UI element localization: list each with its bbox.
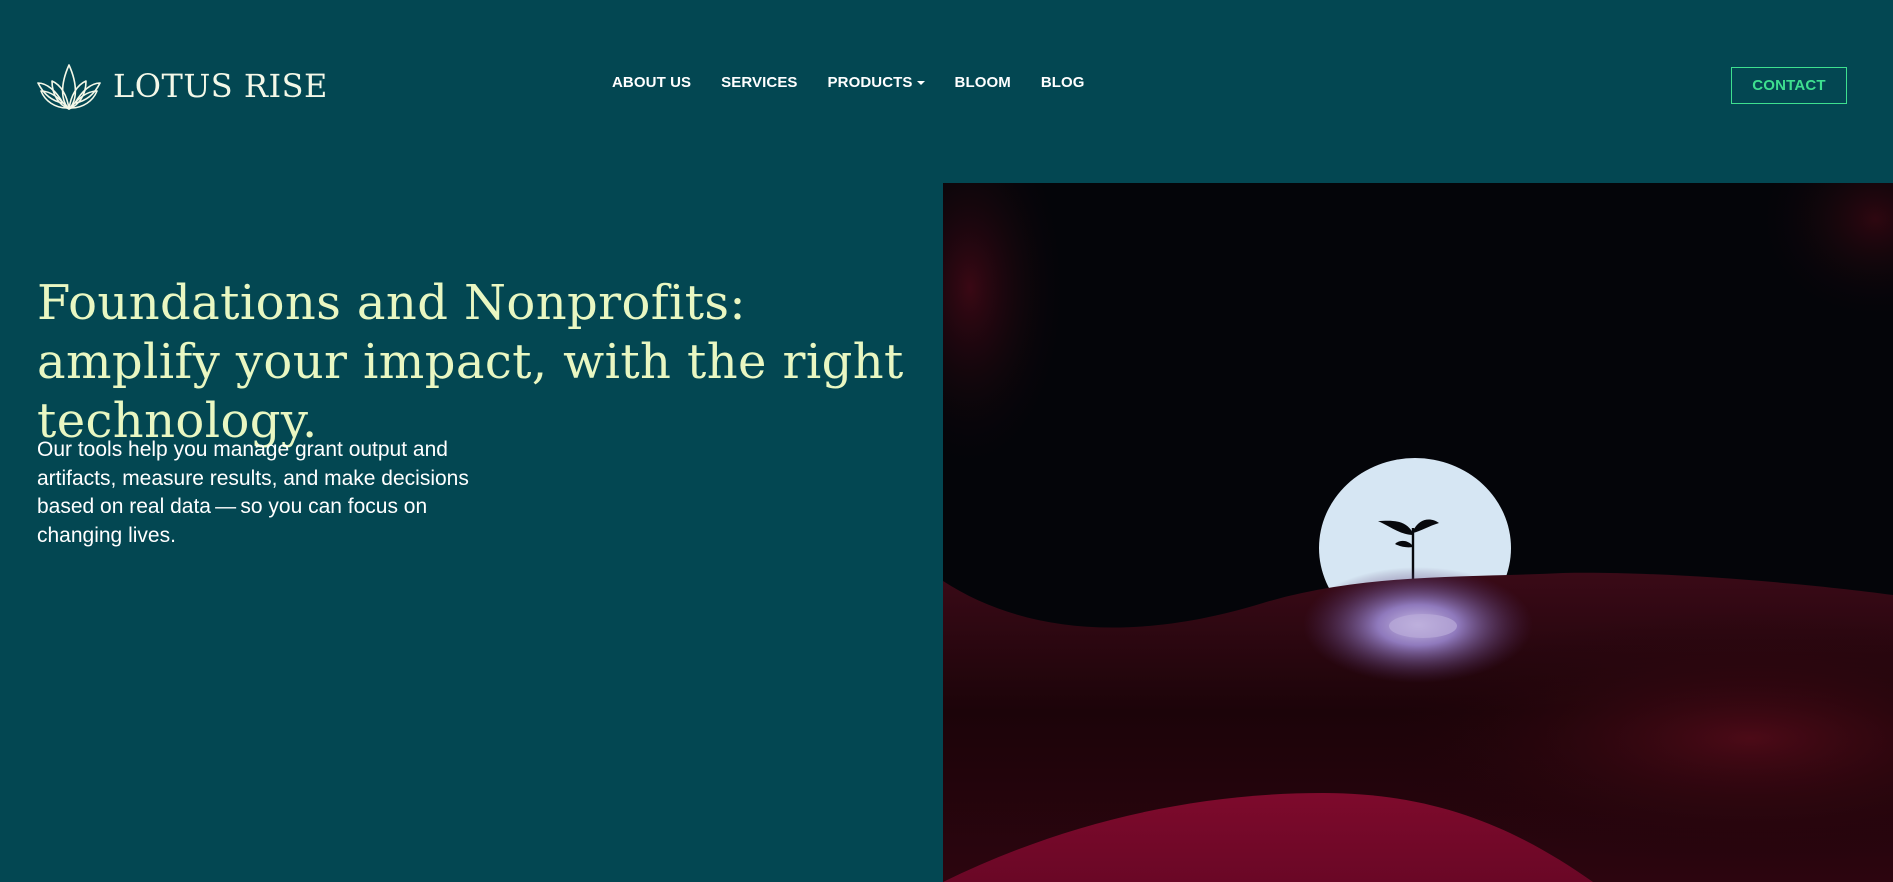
nav-item-products[interactable]: PRODUCTS bbox=[828, 74, 925, 91]
logo-link[interactable]: LOTUS RISE bbox=[37, 60, 328, 112]
nav-item-about-us[interactable]: ABOUT US bbox=[612, 74, 691, 91]
hero-illustration bbox=[943, 183, 1893, 882]
sprout-moon-illustration bbox=[943, 183, 1893, 882]
brand-name: LOTUS RISE bbox=[113, 67, 328, 105]
lotus-icon bbox=[37, 64, 101, 110]
nav-item-products-label: PRODUCTS bbox=[827, 74, 913, 91]
nav-item-blog[interactable]: BLOG bbox=[1041, 74, 1085, 91]
nav-item-services[interactable]: SERVICES bbox=[721, 74, 797, 91]
contact-button[interactable]: CONTACT bbox=[1731, 67, 1847, 104]
chevron-down-icon bbox=[916, 81, 925, 85]
site-header: LOTUS RISE ABOUT US SERVICES PRODUCTS BL… bbox=[0, 0, 1893, 172]
hero-title: Foundations and Nonprofits: amplify your… bbox=[37, 275, 904, 449]
main-nav: ABOUT US SERVICES PRODUCTS BLOOM BLOG bbox=[612, 74, 1085, 91]
nav-item-bloom[interactable]: BLOOM bbox=[955, 74, 1011, 91]
hero-description: Our tools help you manage grant output a… bbox=[37, 438, 469, 547]
